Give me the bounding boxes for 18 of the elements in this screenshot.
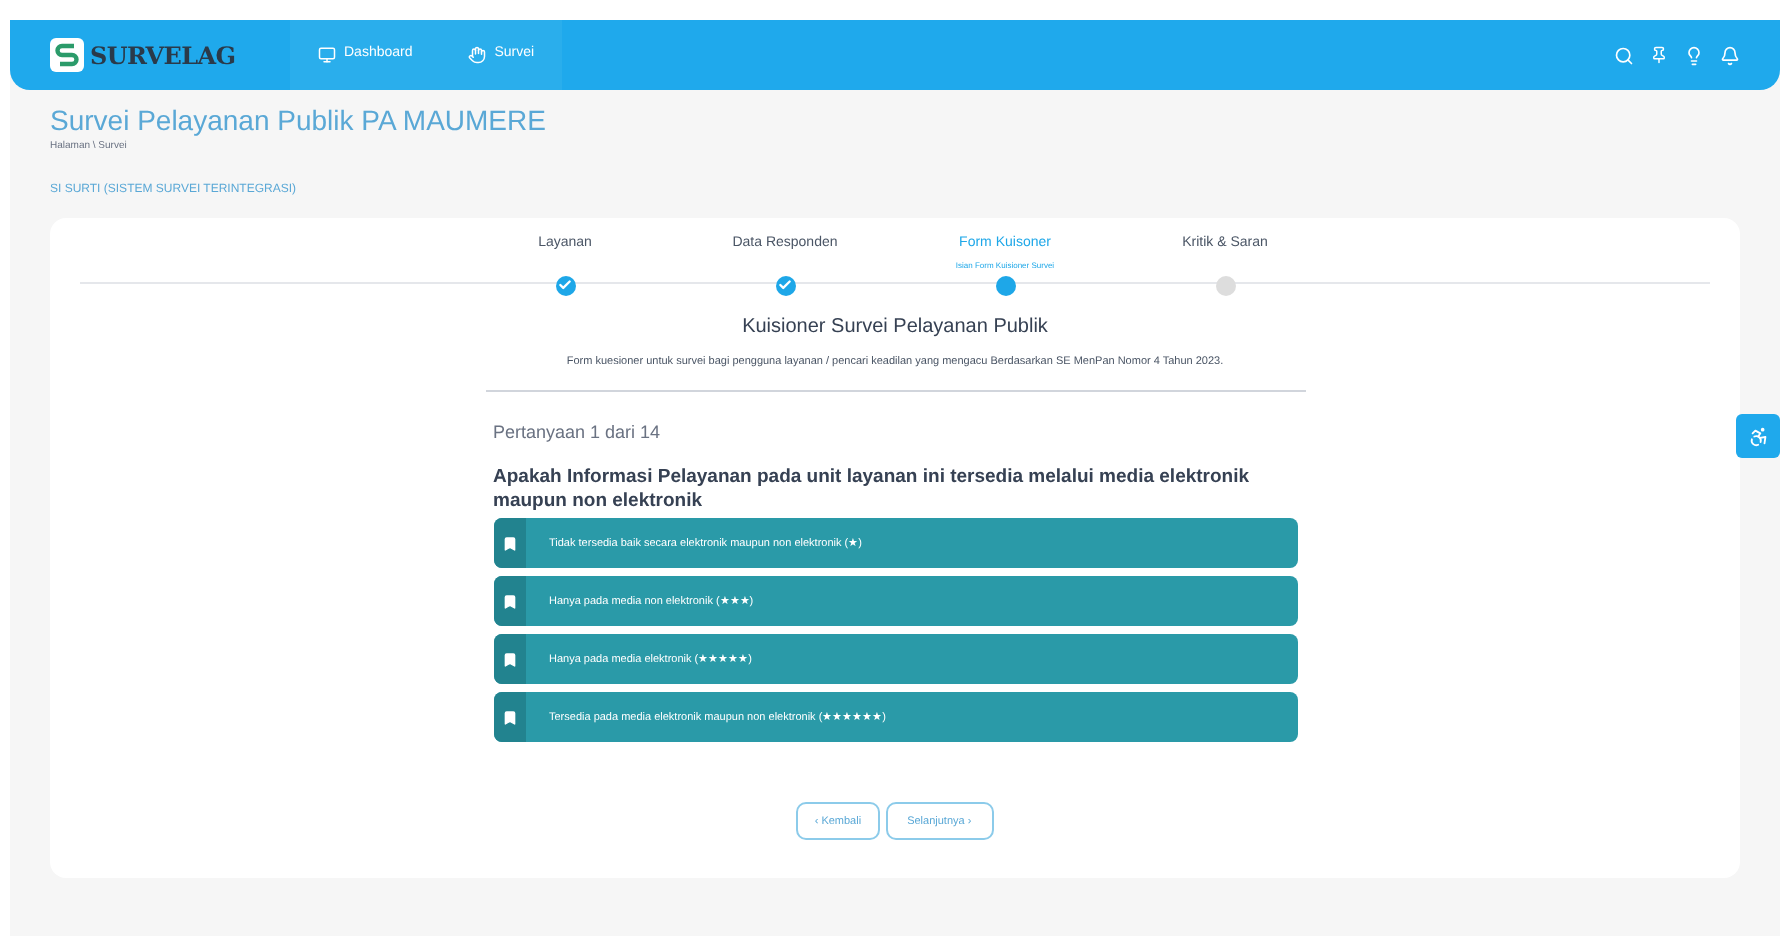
question-counter: Pertanyaan 1 dari 14 [493, 419, 663, 446]
search-icon[interactable] [1614, 45, 1634, 65]
bookmark-icon [501, 709, 517, 726]
page-title: Survei Pelayanan Publik PA MAUMERE [50, 104, 548, 139]
accessibility-icon [1747, 425, 1769, 447]
question-text: Apakah Informasi Pelayanan pada unit layanan ini tersedia melalui media elektronik maupun non elektronik [493, 466, 1252, 515]
monitor-icon [318, 46, 336, 64]
logo-text: SURVELAG [90, 39, 236, 73]
bell-icon[interactable] [1720, 45, 1740, 65]
bookmark-icon [501, 535, 517, 552]
lightbulb-icon[interactable] [1684, 45, 1704, 65]
hand-icon [468, 46, 487, 64]
pin-icon[interactable] [1650, 46, 1668, 64]
bookmark-icon [501, 593, 517, 610]
bookmark-icon [501, 651, 517, 668]
accessibility-button[interactable] [1736, 414, 1780, 458]
logo-icon [50, 38, 84, 72]
form-title: Kuisioner Survei Pelayanan Publik [742, 313, 1048, 341]
